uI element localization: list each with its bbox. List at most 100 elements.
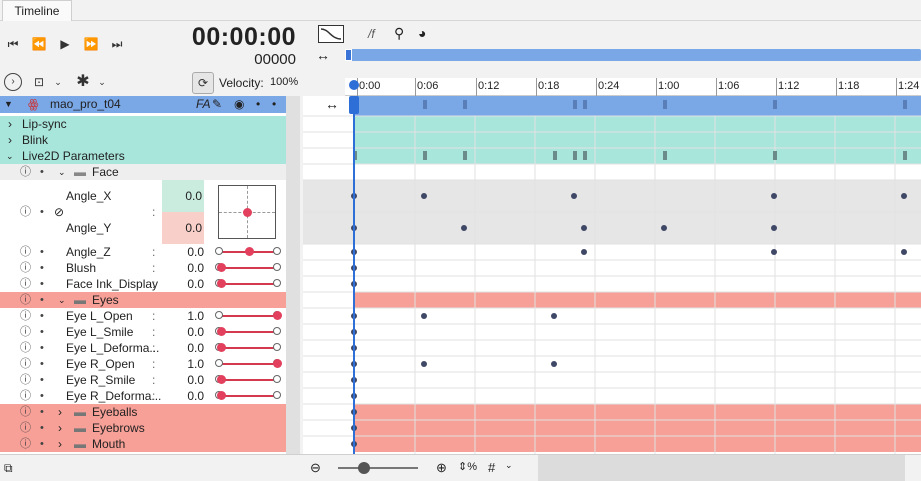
work-area-handle[interactable] xyxy=(345,49,352,61)
keyframe-dot[interactable] xyxy=(581,249,587,255)
keyframe-dot[interactable] xyxy=(581,225,587,231)
dot-icon[interactable]: • xyxy=(40,260,44,276)
chevron-right-icon[interactable]: › xyxy=(8,116,12,132)
range-arrow-icon[interactable]: ↔ xyxy=(325,96,339,112)
keyframe-dot[interactable] xyxy=(901,193,907,199)
keyframe-marker[interactable] xyxy=(423,100,427,109)
eye-icon[interactable]: ⓘ xyxy=(20,356,31,372)
playhead-line[interactable] xyxy=(353,96,355,454)
dot-icon[interactable]: • xyxy=(40,244,44,260)
eye-r-smile-slider[interactable] xyxy=(215,375,281,384)
graph-editor-icon[interactable] xyxy=(318,25,344,43)
keyframe-marker[interactable] xyxy=(773,151,777,160)
chevron-right-icon[interactable]: › xyxy=(58,436,62,452)
xy-knob[interactable] xyxy=(243,208,252,217)
keyframe-dot[interactable] xyxy=(771,249,777,255)
playhead-handle[interactable] xyxy=(349,96,359,114)
dot-icon[interactable]: • xyxy=(40,308,44,324)
face-ink-slider[interactable] xyxy=(215,279,281,288)
chevron-right-icon[interactable]: › xyxy=(58,420,62,436)
eye-r-open-value[interactable]: 1.0 xyxy=(174,356,204,372)
eye-icon[interactable]: ⓘ xyxy=(20,436,31,452)
angle-z-value[interactable]: 0.0 xyxy=(174,244,204,260)
keyframe-dot[interactable] xyxy=(421,361,427,367)
chevron-right-icon[interactable]: › xyxy=(8,132,12,148)
chevron-down-icon[interactable]: ⌄ xyxy=(6,148,14,164)
pen-icon[interactable]: ✎ xyxy=(212,96,222,112)
angle-z-slider[interactable] xyxy=(215,247,281,256)
list-scrollbar[interactable] xyxy=(286,96,300,454)
eye-icon[interactable]: ⓘ xyxy=(20,340,31,356)
eye-l-smile-slider[interactable] xyxy=(215,327,281,336)
dot-icon[interactable]: • xyxy=(40,372,44,388)
chevron-right-icon[interactable]: › xyxy=(58,404,62,420)
time-ruler[interactable]: 0:00 0:06 0:12 0:18 0:24 1:00 1:06 1:12 … xyxy=(345,78,921,96)
keyframe-marker[interactable] xyxy=(663,151,667,160)
eye-r-deform-slider[interactable] xyxy=(215,391,281,400)
eyes-group-row[interactable]: ⓘ • ⌄ ▬ Eyes xyxy=(0,292,286,308)
keyframe-dot[interactable] xyxy=(771,193,777,199)
eye-l-smile-value[interactable]: 0.0 xyxy=(174,324,204,340)
keyframe-dot[interactable] xyxy=(421,313,427,319)
dot-icon[interactable]: • xyxy=(40,324,44,340)
eye-l-deform-value[interactable]: 0.0 xyxy=(174,340,204,356)
eye-icon[interactable]: ⓘ xyxy=(20,260,31,276)
eye-icon[interactable]: ⓘ xyxy=(20,420,31,436)
keyframe-dot[interactable] xyxy=(661,225,667,231)
blink-row[interactable]: › Blink xyxy=(0,132,286,148)
dot-icon[interactable]: • xyxy=(272,96,276,112)
model-row[interactable]: ▼ ꙮ mao_pro_t04 FA ✎ ◉ • • xyxy=(0,96,286,113)
keyframe-dot[interactable] xyxy=(571,193,577,199)
zoom-in-icon[interactable]: ⊕ xyxy=(436,460,447,476)
blush-row[interactable]: ⓘ • Blush : 0.0 xyxy=(0,260,286,276)
keyframe-dot[interactable] xyxy=(901,249,907,255)
keyframe-marker[interactable] xyxy=(463,151,467,160)
eye-r-open-slider[interactable] xyxy=(215,359,282,368)
step-forward-icon[interactable]: ⏩ xyxy=(82,34,100,54)
work-area-bar[interactable] xyxy=(345,49,921,61)
angle-z-row[interactable]: ⓘ • Angle_Z : 0.0 xyxy=(0,244,286,260)
timeline-area[interactable]: ↔ xyxy=(303,96,921,454)
eyebrows-group-row[interactable]: ⓘ • › ▬ Eyebrows xyxy=(0,420,286,436)
keyframe-dot[interactable] xyxy=(461,225,467,231)
horizontal-scrollbar[interactable] xyxy=(538,455,905,481)
chevron-down-icon[interactable]: ⌄ xyxy=(96,72,108,92)
eye-l-deform-row[interactable]: ⓘ • Eye L_Deforma... : 0.0 xyxy=(0,340,286,356)
go-to-start-icon[interactable]: ⏮ xyxy=(4,34,22,54)
face-ink-value[interactable]: 0.0 xyxy=(174,276,204,292)
angle-y-value[interactable]: 0.0 xyxy=(162,212,204,244)
fit-width-icon[interactable]: ↔ xyxy=(316,47,330,63)
play-mode-icon[interactable]: › xyxy=(4,73,22,91)
blush-slider[interactable] xyxy=(215,263,281,272)
keyframe-dot[interactable] xyxy=(551,361,557,367)
chevron-down-icon[interactable]: ⌄ xyxy=(58,164,66,180)
eye-l-smile-row[interactable]: ⓘ • Eye L_Smile : 0.0 xyxy=(0,324,286,340)
eye-icon[interactable]: ⓘ xyxy=(20,388,31,404)
eye-r-open-row[interactable]: ⓘ • Eye R_Open : 1.0 xyxy=(0,356,286,372)
zoom-slider[interactable] xyxy=(338,462,418,474)
loop-icon[interactable]: ⊡ xyxy=(30,72,48,92)
eye-icon[interactable]: ◉ xyxy=(234,96,244,112)
dot-icon[interactable]: • xyxy=(40,164,44,180)
keyframe-marker[interactable] xyxy=(663,100,667,109)
eye-r-smile-value[interactable]: 0.0 xyxy=(174,372,204,388)
keyframe-marker[interactable] xyxy=(583,100,587,109)
chevron-down-icon[interactable]: ⌄ xyxy=(505,460,513,471)
dot-icon[interactable]: • xyxy=(40,356,44,372)
marker-icon[interactable]: ⚲ xyxy=(394,25,404,42)
eye-l-deform-slider[interactable] xyxy=(215,343,281,352)
keyframe-dot[interactable] xyxy=(421,193,427,199)
snowflake-icon[interactable]: ✱ xyxy=(74,72,92,92)
eye-icon[interactable]: ⓘ xyxy=(20,204,31,220)
params-row[interactable]: ⌄ Live2D Parameters xyxy=(0,148,286,164)
eye-r-smile-row[interactable]: ⓘ • Eye R_Smile : 0.0 xyxy=(0,372,286,388)
dot-icon[interactable]: • xyxy=(40,204,44,220)
keyframe-dot[interactable] xyxy=(771,225,777,231)
panel-toggle-icon[interactable]: ⧉ xyxy=(4,461,13,476)
fps-label[interactable]: /f xyxy=(368,27,375,41)
dot-icon[interactable]: • xyxy=(40,276,44,292)
keyframe-marker[interactable] xyxy=(583,151,587,160)
dot-icon[interactable]: • xyxy=(40,340,44,356)
chevron-down-icon[interactable]: ⌄ xyxy=(52,72,64,92)
keyframe-dot[interactable] xyxy=(551,313,557,319)
